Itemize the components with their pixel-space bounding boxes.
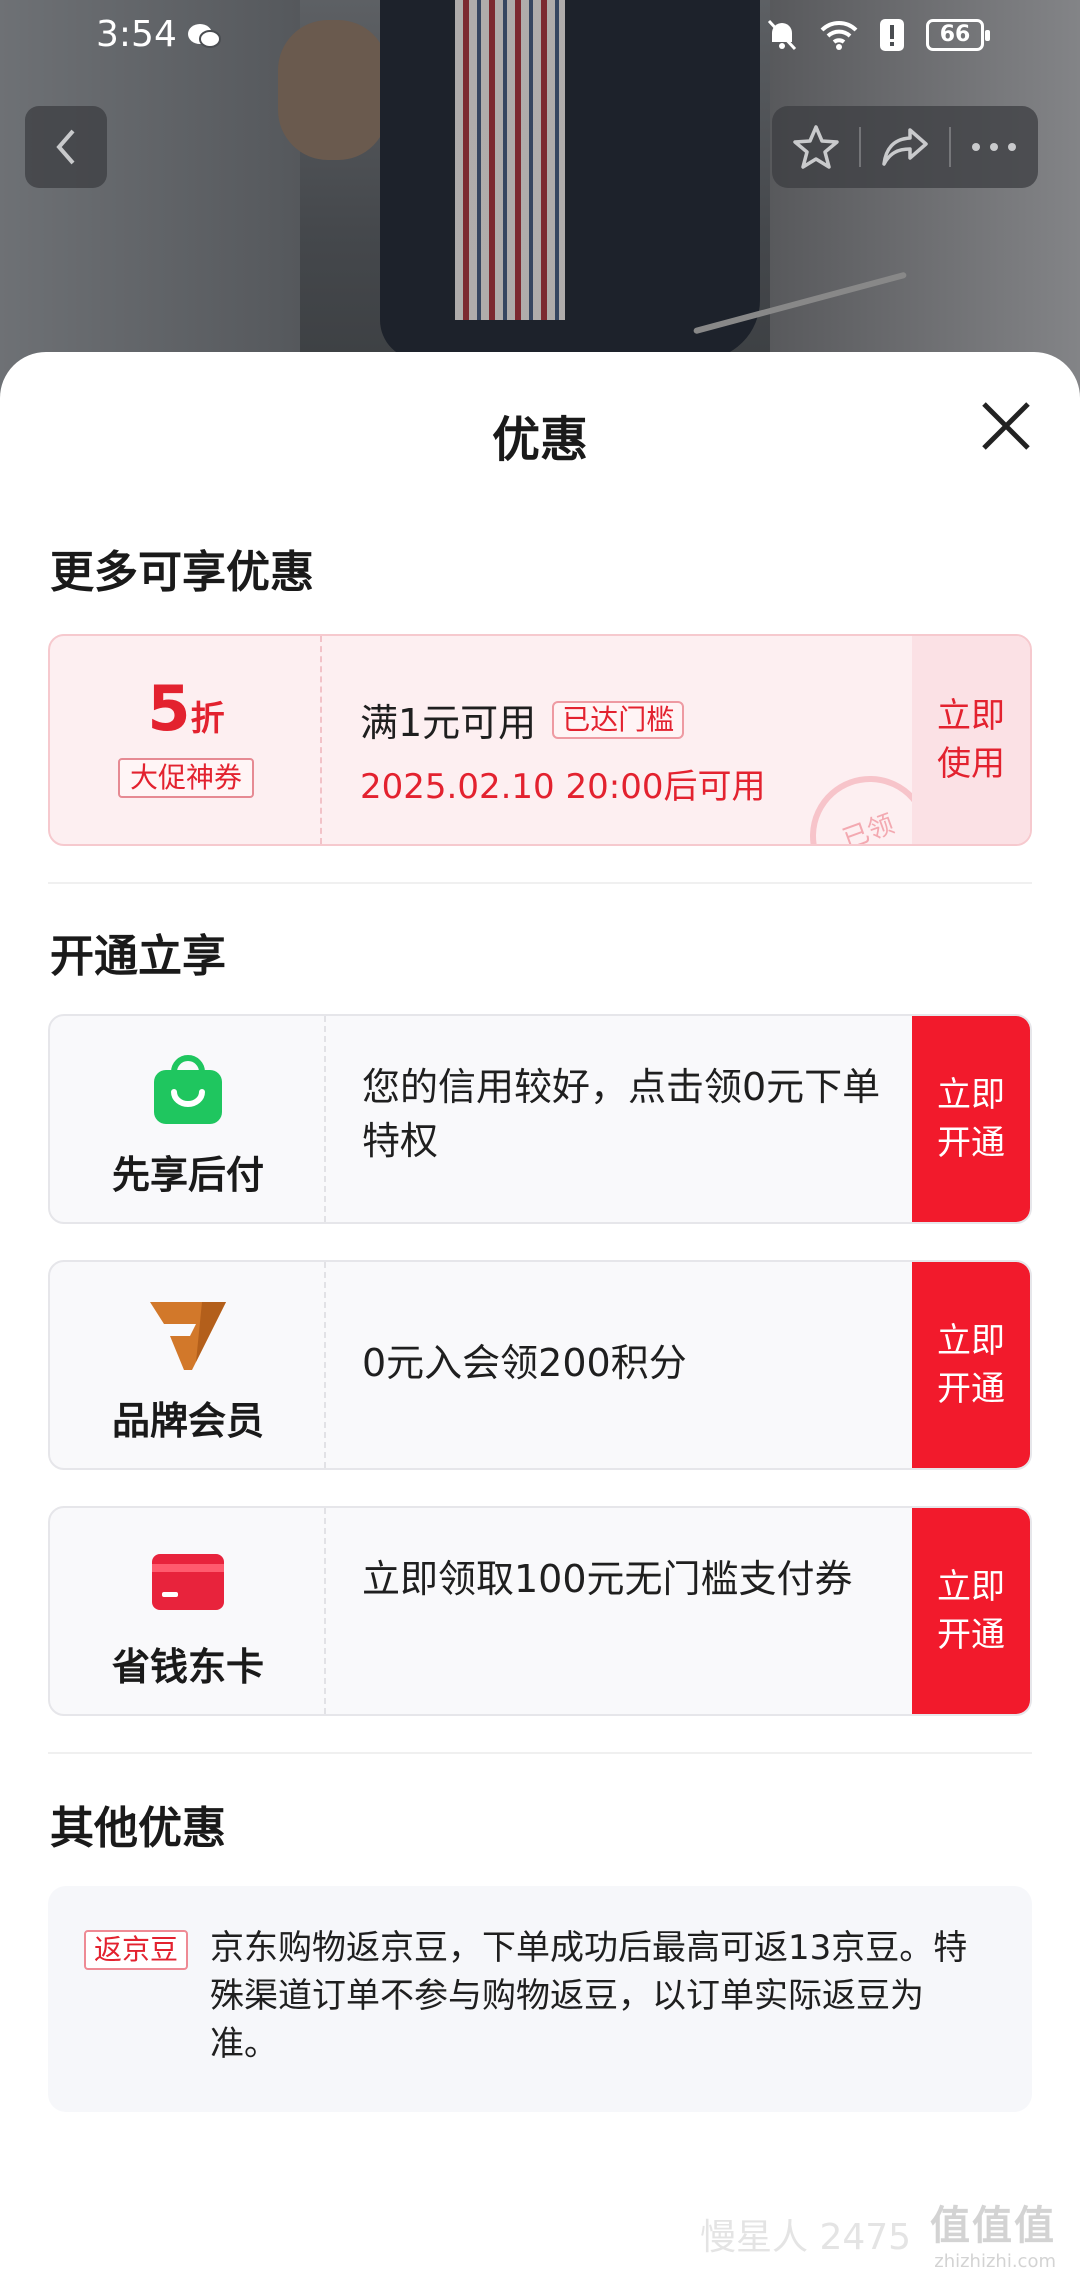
service-name: 品牌会员 xyxy=(111,1399,264,1443)
close-icon[interactable] xyxy=(976,396,1036,456)
brand-v-icon xyxy=(150,1302,226,1370)
divider xyxy=(48,1752,1032,1754)
open-now-button[interactable]: 立即开通 xyxy=(912,1262,1030,1468)
top-action-group xyxy=(772,106,1038,188)
threshold-badge: 已达门槛 xyxy=(552,700,685,739)
alert-icon xyxy=(880,19,904,51)
coupon-left: 5折 大促神券 xyxy=(50,636,322,844)
service-card-pay-later[interactable]: 先享后付 您的信用较好，点击领0元下单特权 立即开通 xyxy=(48,1014,1032,1224)
service-card-brand-member[interactable]: 品牌会员 0元入会领200积分 立即开通 xyxy=(48,1260,1032,1470)
coupon-info: 满1元可用 已达门槛 2025.02.10 20:00后可用 xyxy=(360,692,765,808)
chevron-left-icon xyxy=(56,129,75,165)
coupon-discount: 5折 xyxy=(147,672,225,745)
wifi-icon xyxy=(820,20,858,50)
coupon-condition: 满1元可用 xyxy=(360,701,537,745)
jingdou-chip: 返京豆 xyxy=(84,1930,189,1970)
service-desc: 您的信用较好，点击领0元下单特权 xyxy=(362,1065,881,1163)
divider xyxy=(48,882,1032,884)
use-now-button[interactable]: 立即使用 xyxy=(912,636,1030,844)
wechat-icon xyxy=(188,24,221,48)
status-time: 3:54 xyxy=(96,14,177,55)
star-icon[interactable] xyxy=(792,123,840,171)
other-discount-text: 京东购物返京豆，下单成功后最高可返13京豆。特殊渠道订单不参与购物返豆，以订单实… xyxy=(210,1928,968,2064)
service-name: 先享后付 xyxy=(111,1153,264,1197)
watermark-left: 慢星人 2475 xyxy=(700,2217,912,2258)
card-icon xyxy=(152,1554,224,1610)
shopping-bag-icon xyxy=(154,1055,222,1124)
status-bar: 3:54 66 xyxy=(0,0,1080,72)
service-desc: 0元入会领200积分 xyxy=(362,1341,687,1385)
service-name: 省钱东卡 xyxy=(111,1645,264,1689)
coupon-tag: 大促神券 xyxy=(118,758,255,798)
mute-bell-icon xyxy=(767,19,797,51)
service-desc: 立即领取100元无门槛支付券 xyxy=(362,1557,853,1601)
section-title-other: 其他优惠 xyxy=(50,1803,226,1854)
coupon-card[interactable]: 5折 大促神券 满1元可用 已达门槛 2025.02.10 20:00后可用 已… xyxy=(48,634,1032,846)
open-now-button[interactable]: 立即开通 xyxy=(912,1016,1030,1222)
more-icon[interactable] xyxy=(970,141,1018,153)
other-discount-box: 返京豆 京东购物返京豆，下单成功后最高可返13京豆。特殊渠道订单不参与购物返豆，… xyxy=(48,1886,1032,2112)
service-card-saving-card[interactable]: 省钱东卡 立即领取100元无门槛支付券 立即开通 xyxy=(48,1506,1032,1716)
back-button[interactable] xyxy=(25,106,107,188)
share-icon[interactable] xyxy=(880,124,930,170)
section-title-more: 更多可享优惠 xyxy=(50,547,314,598)
open-now-button[interactable]: 立即开通 xyxy=(912,1508,1030,1714)
section-title-open: 开通立享 xyxy=(50,931,226,982)
coupon-date: 2025.02.10 20:00后可用 xyxy=(360,767,766,807)
watermark-logo: 值值值 zhizhizhi.com xyxy=(930,2203,1056,2272)
battery-indicator: 66 xyxy=(926,19,990,51)
sheet-title: 优惠 xyxy=(491,412,588,468)
discount-sheet: 优惠 更多可享优惠 5折 大促神券 满1元可用 已达门槛 2025.02.10 … xyxy=(0,352,1080,2280)
